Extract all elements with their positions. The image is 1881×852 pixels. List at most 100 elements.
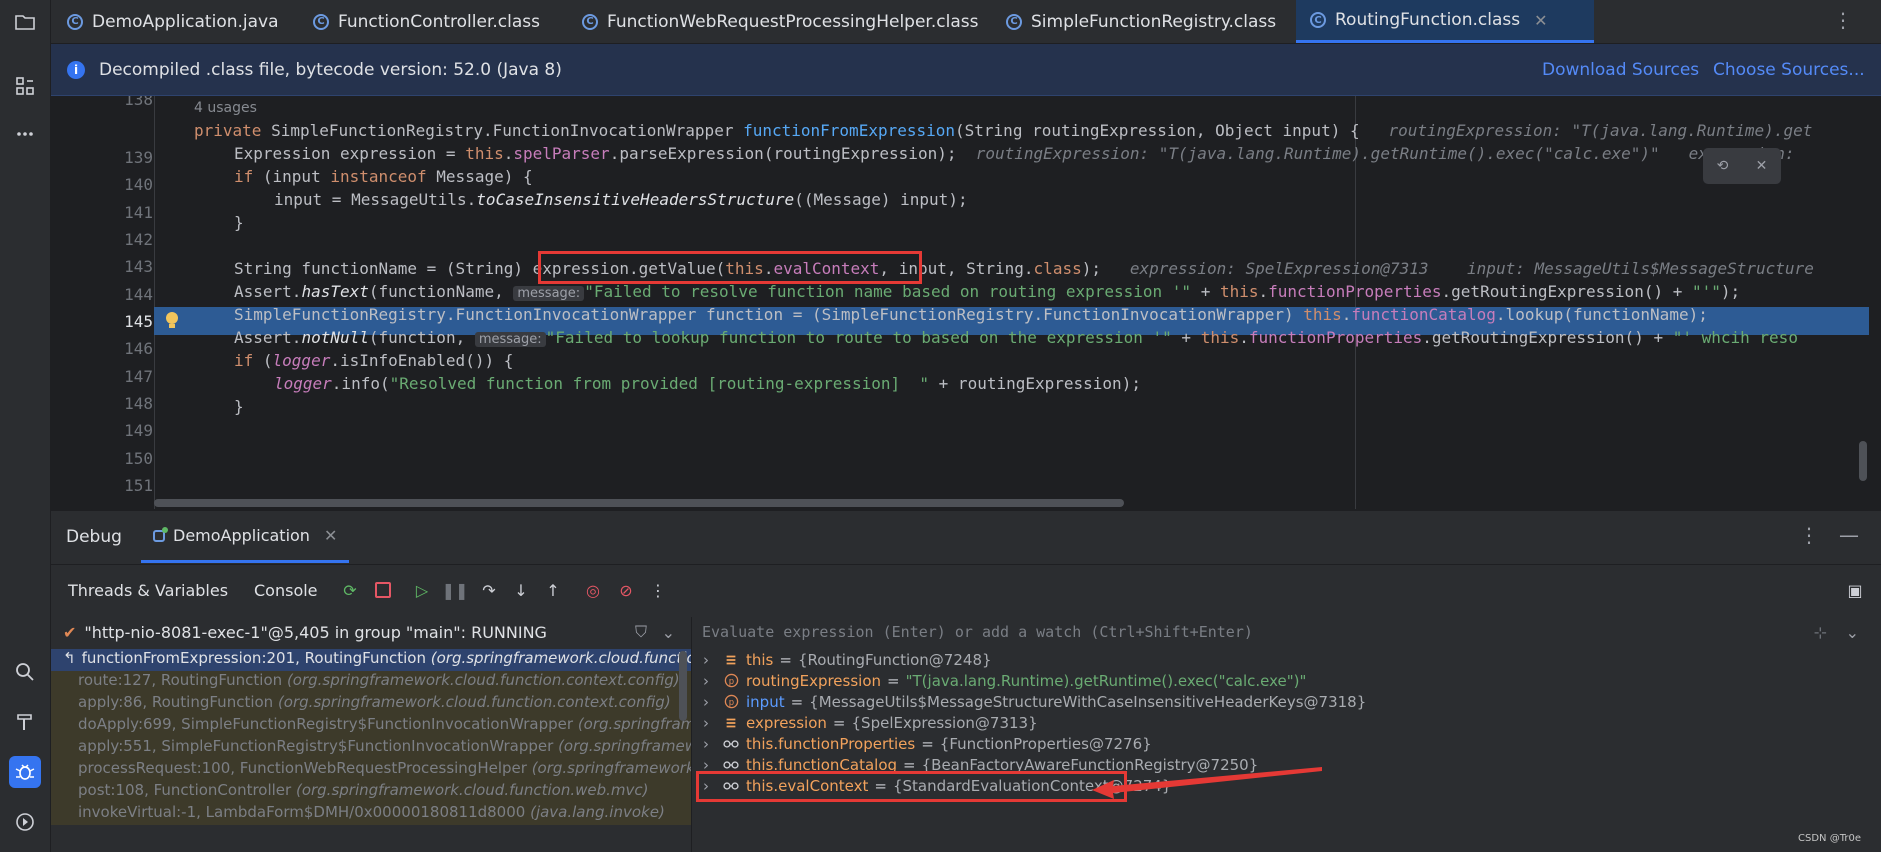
close-tab-icon[interactable]: ✕ (1534, 11, 1547, 30)
pause-icon[interactable]: ❚❚ (442, 580, 469, 600)
minimize-icon[interactable]: — (1839, 523, 1859, 547)
field-icon (723, 715, 739, 731)
line-number: 142 (124, 230, 153, 249)
annotation-arrow (1092, 767, 1322, 799)
debug-session-tab[interactable]: DemoApplication ✕ (141, 511, 350, 563)
frame-row[interactable]: route:127, RoutingFunction (org.springfr… (51, 671, 691, 693)
structure-icon[interactable] (9, 70, 41, 102)
choose-sources-link[interactable]: Choose Sources... (1713, 60, 1865, 80)
line-number: 150 (124, 449, 153, 468)
chevron-right-icon[interactable]: › (703, 714, 717, 732)
reader-mode-icon[interactable]: ⟲ (1717, 158, 1729, 174)
frame-row[interactable]: post:108, FunctionController (org.spring… (51, 781, 691, 803)
tab-routingfunction[interactable]: C RoutingFunction.class ✕ (1296, 0, 1594, 43)
tab-demoapplication[interactable]: C DemoApplication.java (67, 0, 279, 43)
step-over-icon[interactable]: ↷ (479, 580, 499, 600)
svg-text:p: p (728, 676, 733, 686)
rerun-icon[interactable]: ⟳ (340, 580, 360, 600)
code-line-150: logger.info("Resolved function from prov… (274, 374, 1141, 393)
debug-more-icon[interactable]: ⋮ (1799, 523, 1819, 547)
project-folder-icon[interactable] (9, 6, 41, 38)
code-editor[interactable]: 138 139 140 141 142 143 144 145 146 147 … (51, 96, 1869, 509)
close-session-icon[interactable]: ✕ (324, 526, 337, 545)
thread-selector[interactable]: ✔ "http-nio-8081-exec-1"@5,405 in group … (51, 617, 691, 647)
frame-row[interactable]: doApply:699, SimpleFunctionRegistry$Func… (51, 715, 691, 737)
step-into-icon[interactable]: ↓ (511, 580, 531, 600)
editor-tabs: C DemoApplication.java C FunctionControlle… (51, 0, 1881, 44)
chevron-down-icon[interactable]: ⌄ (1846, 623, 1859, 642)
tabs-more-icon[interactable]: ⋮ (1833, 8, 1853, 32)
step-out-icon[interactable]: ↑ (543, 580, 563, 600)
class-icon: C (582, 13, 598, 30)
field-icon (723, 652, 739, 668)
debug-tool-window: Debug DemoApplication ✕ ⋮ — Threads & Va… (51, 510, 1881, 852)
layout-icon[interactable]: ▣ (1845, 580, 1865, 600)
tab-functionwebrequestprocessinghelper[interactable]: C FunctionWebRequestProcessingHelper.clas… (582, 0, 978, 43)
frames-scrollbar[interactable] (679, 651, 687, 721)
variable-row[interactable]: › expression = {SpelExpression@7313} (692, 712, 1038, 733)
chevron-right-icon[interactable]: › (703, 672, 717, 690)
return-arrow-icon: ↰ (63, 649, 76, 667)
class-icon: C (1310, 12, 1326, 28)
frame-row[interactable]: ↰ functionFromExpression:201, RoutingFunc… (51, 649, 691, 671)
debug-toolbar: Threads & Variables Console ⟳ ▷ ❚❚ ↷ ↓ ↑… (51, 564, 1881, 618)
variable-row[interactable]: › this.functionProperties = {FunctionPrope… (692, 733, 1152, 754)
vertical-scrollbar[interactable] (1859, 441, 1867, 481)
debug-options-icon[interactable]: ⋮ (648, 580, 668, 600)
line-number: 138 (124, 96, 153, 109)
tab-console[interactable]: Console (254, 581, 318, 600)
tab-simplefunctionregistry[interactable]: C SimpleFunctionRegistry.class (1006, 0, 1276, 43)
code-line-142: input = MessageUtils.toCaseInsensitiveHe… (274, 190, 968, 209)
frames-pane: ✔ "http-nio-8081-exec-1"@5,405 in group … (51, 617, 692, 852)
line-number: 146 (124, 339, 153, 358)
annotation-box-evalcontext (538, 251, 922, 284)
resume-icon[interactable]: ▷ (412, 580, 432, 600)
line-number: 140 (124, 175, 153, 194)
class-icon: C (1006, 13, 1022, 30)
banner-text: Decompiled .class file, bytecode version… (99, 59, 562, 80)
reader-mode-toggle[interactable]: ⟲ ✕ (1703, 148, 1781, 184)
lightbulb-icon[interactable] (163, 310, 181, 332)
close-popup-icon[interactable]: ✕ (1756, 158, 1768, 174)
info-icon: i (67, 60, 85, 79)
download-sources-link[interactable]: Download Sources (1542, 60, 1699, 80)
line-gutter: 138 139 140 141 142 143 144 145 146 147 … (51, 96, 178, 509)
parameter-icon: p (723, 673, 739, 689)
decompiled-banner: i Decompiled .class file, bytecode versi… (51, 44, 1881, 96)
mute-breakpoints-icon[interactable]: ⊘ (616, 580, 636, 600)
horizontal-scrollbar[interactable] (154, 499, 1124, 507)
evaluate-expression-input[interactable]: Evaluate expression (Enter) or add a wat… (692, 617, 1881, 647)
tab-functioncontroller[interactable]: C FunctionController.class (313, 0, 540, 43)
line-number: 141 (124, 203, 153, 222)
variable-row[interactable]: › p input = {MessageUtils$MessageStructure… (692, 691, 1366, 712)
session-icon (153, 526, 168, 542)
services-icon[interactable] (9, 806, 41, 838)
chevron-right-icon[interactable]: › (703, 651, 717, 669)
usages-hint[interactable]: 4 usages (194, 100, 257, 116)
filter-icon[interactable]: ⛉ (635, 622, 647, 642)
class-icon: C (67, 13, 83, 30)
variable-row[interactable]: › this = {RoutingFunction@7248} (692, 649, 992, 670)
tab-threads-variables[interactable]: Threads & Variables (68, 581, 228, 600)
frame-row[interactable]: invokeVirtual:-1, LambdaForm$DMH/0x00000… (51, 803, 691, 825)
frame-row[interactable]: processRequest:100, FunctionWebRequestPr… (51, 759, 691, 781)
chevron-down-icon[interactable]: ⌄ (662, 623, 675, 642)
view-breakpoints-icon[interactable]: ◎ (583, 580, 603, 600)
stop-icon[interactable] (373, 580, 393, 600)
search-icon[interactable] (9, 656, 41, 688)
debug-bug-icon[interactable] (9, 756, 41, 788)
code-line-151: } (234, 397, 244, 416)
chevron-right-icon[interactable]: › (703, 735, 717, 753)
frame-row[interactable]: apply:86, RoutingFunction (org.springfra… (51, 693, 691, 715)
add-watch-icon[interactable]: ⊹ (1814, 623, 1827, 642)
frame-row[interactable]: apply:551, SimpleFunctionRegistry$Functi… (51, 737, 691, 759)
more-tools-icon[interactable] (9, 118, 41, 150)
line-number: 145 (124, 312, 153, 331)
build-hammer-icon[interactable] (9, 706, 41, 738)
tool-window-bar (0, 0, 51, 852)
variable-row[interactable]: › p routingExpression = "T(java.lang.Runti… (692, 670, 1306, 691)
check-icon: ✔ (63, 622, 77, 642)
line-number: 139 (124, 148, 153, 167)
variables-pane: Evaluate expression (Enter) or add a wat… (692, 617, 1881, 852)
chevron-right-icon[interactable]: › (703, 693, 717, 711)
